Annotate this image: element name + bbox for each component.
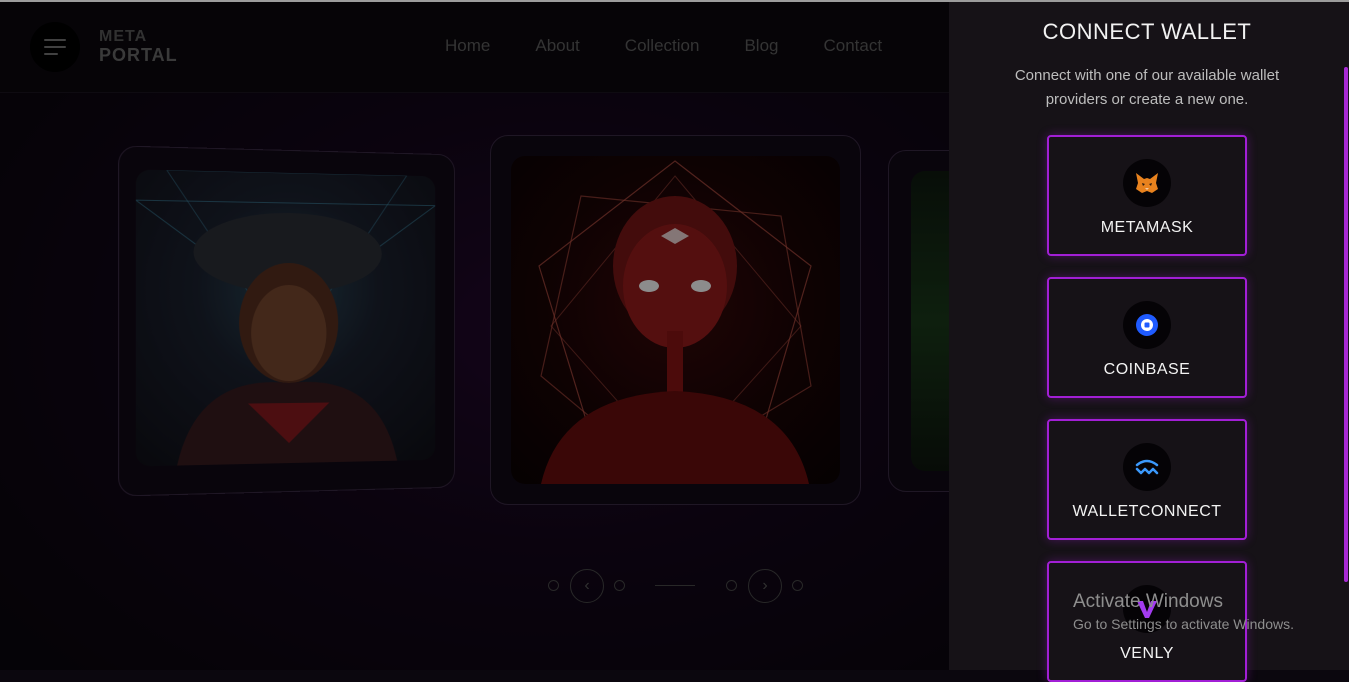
connect-wallet-panel: CONNECT WALLET Connect with one of our a…: [949, 0, 1349, 682]
modal-backdrop[interactable]: [0, 0, 949, 670]
window-top-border: [0, 0, 1349, 2]
panel-description: Connect with one of our available wallet…: [1014, 67, 1280, 108]
watermark-subtitle: Go to Settings to activate Windows.: [1073, 616, 1294, 632]
windows-activation-watermark: Activate Windows Go to Settings to activ…: [1073, 591, 1294, 634]
metamask-fox-icon: [1123, 159, 1171, 207]
walletconnect-button[interactable]: WALLETCONNECT: [1047, 419, 1247, 540]
wallet-label: WALLETCONNECT: [1072, 503, 1222, 520]
panel-scrollbar[interactable]: [1344, 67, 1348, 582]
wallet-label: VENLY: [1120, 645, 1174, 662]
panel-title: CONNECT WALLET: [1042, 19, 1252, 44]
metamask-button[interactable]: METAMASK: [1047, 135, 1247, 256]
wallet-label: COINBASE: [1103, 361, 1191, 378]
walletconnect-icon: [1123, 443, 1171, 491]
coinbase-button[interactable]: COINBASE: [1047, 277, 1247, 398]
wallet-label: METAMASK: [1100, 219, 1194, 236]
watermark-title: Activate Windows: [1073, 591, 1223, 612]
coinbase-icon: [1123, 301, 1171, 349]
